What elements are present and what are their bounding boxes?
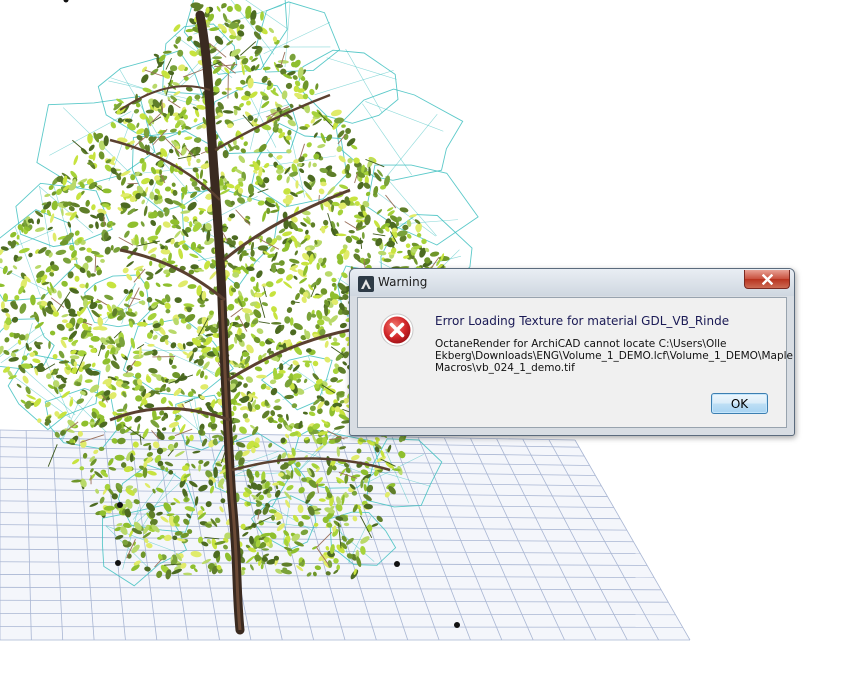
error-icon [380,313,414,347]
close-button[interactable] [744,270,790,289]
close-icon [761,273,773,285]
dialog-title: Warning [378,275,428,289]
error-message: Error Loading Texture for material GDL_V… [435,314,730,328]
error-detail: OctaneRender for ArchiCAD cannot locate … [435,338,793,374]
dialog-titlebar[interactable]: Warning [350,269,794,296]
warning-dialog: Warning Error Loading Texture for materi… [349,268,795,436]
archicad-icon [358,276,374,292]
ok-button[interactable]: OK [711,393,768,414]
dialog-body: Error Loading Texture for material GDL_V… [357,297,793,428]
